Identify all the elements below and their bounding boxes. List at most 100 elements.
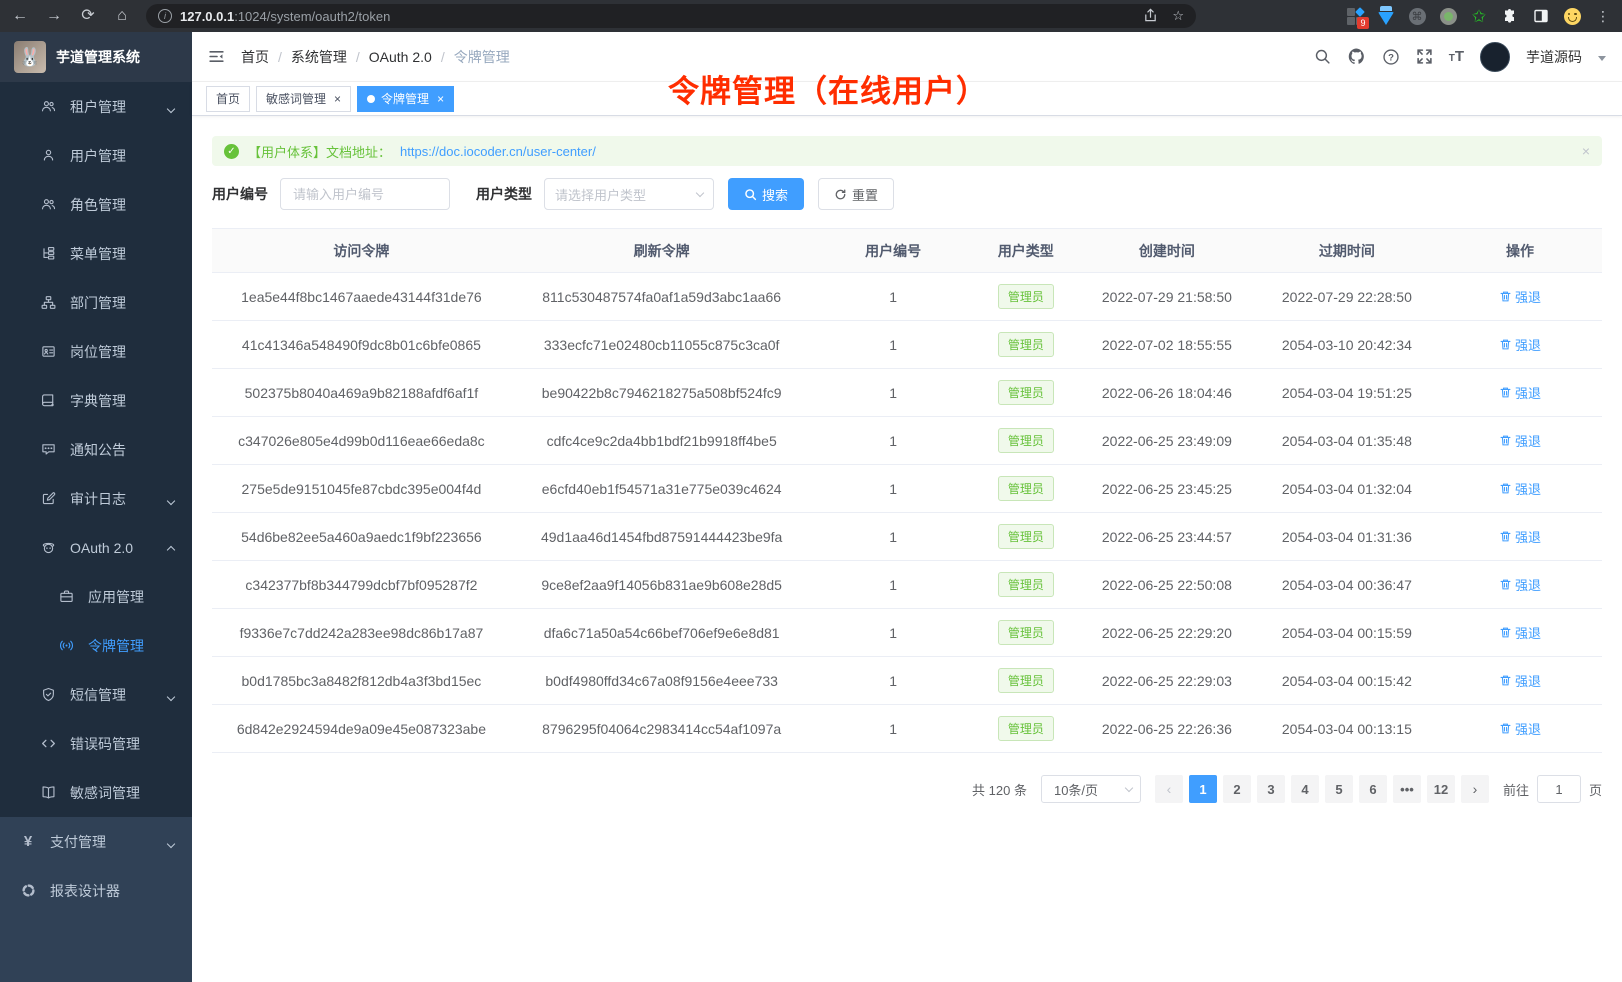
extension-blocks-icon[interactable]: 9 (1346, 7, 1364, 25)
sidebar-item-sms[interactable]: 短信管理 (0, 670, 192, 719)
user-id-cell: 1 (812, 705, 973, 753)
browser-home-icon[interactable]: ⌂ (112, 8, 132, 24)
breadcrumb-item[interactable]: 首页 (241, 47, 269, 67)
browser-reload-icon[interactable]: ⟳ (78, 8, 98, 24)
more-pages-button[interactable]: ••• (1393, 775, 1421, 803)
page-button-2[interactable]: 2 (1223, 775, 1251, 803)
chevron-down-icon (1125, 783, 1133, 791)
address-bar[interactable]: i 127.0.0.1:1024/system/oauth2/token ☆ (146, 4, 1196, 28)
record-extension-icon[interactable] (1439, 7, 1457, 25)
page-button-4[interactable]: 4 (1291, 775, 1319, 803)
sidebar-collapse-icon[interactable] (208, 48, 225, 65)
goto-page-input[interactable] (1537, 775, 1581, 803)
force-logout-button[interactable]: 强退 (1499, 383, 1541, 402)
sidebar-item-oauth-app[interactable]: 应用管理 (0, 572, 192, 621)
sidebar-item-errcode[interactable]: 错误码管理 (0, 719, 192, 768)
tab-首页[interactable]: 首页 (206, 86, 250, 112)
table-row: 54d6be82ee5a460a9aedc1f9bf22365649d1aa46… (212, 513, 1602, 561)
page-button-6[interactable]: 6 (1359, 775, 1387, 803)
sidebar-item-menu[interactable]: 菜单管理 (0, 229, 192, 278)
sidebar-item-user[interactable]: 用户管理 (0, 131, 192, 180)
tab-close-icon[interactable]: × (334, 92, 341, 106)
tab-令牌管理[interactable]: 令牌管理× (357, 86, 454, 112)
force-logout-button[interactable]: 强退 (1499, 479, 1541, 498)
sidebar-item-label: 部门管理 (70, 293, 126, 313)
trash-icon (1499, 338, 1512, 351)
sidebar-item-post[interactable]: 岗位管理 (0, 327, 192, 376)
sidebar-item-sensitive[interactable]: 敏感词管理 (0, 768, 192, 817)
force-logout-button[interactable]: 强退 (1499, 527, 1541, 546)
sidebar-item-dept[interactable]: 部门管理 (0, 278, 192, 327)
column-header: 创建时间 (1078, 229, 1256, 273)
force-logout-button[interactable]: 强退 (1499, 335, 1541, 354)
refresh-token-cell: 8796295f04064c2983414cc54af1097a (511, 705, 813, 753)
search-button[interactable]: 搜索 (728, 178, 804, 210)
gem-extension-icon[interactable] (1377, 7, 1395, 25)
page-button-5[interactable]: 5 (1325, 775, 1353, 803)
site-info-icon[interactable]: i (158, 9, 172, 23)
force-logout-button[interactable]: 强退 (1499, 623, 1541, 642)
doc-alert: ✓ 【用户体系】文档地址： https://doc.iocoder.cn/use… (212, 136, 1602, 166)
puzzle-extensions-icon[interactable] (1501, 7, 1519, 25)
bookmark-star-icon[interactable]: ☆ (1172, 8, 1184, 24)
sidebar-item-report[interactable]: 报表设计器 (0, 866, 192, 915)
dictionary-icon (40, 393, 56, 408)
browser-back-icon[interactable]: ← (10, 8, 30, 24)
sidebar-item-dict[interactable]: 字典管理 (0, 376, 192, 425)
next-page-button[interactable]: › (1461, 775, 1489, 803)
page-button-3[interactable]: 3 (1257, 775, 1285, 803)
alert-close-icon[interactable]: × (1582, 143, 1590, 159)
tab-close-icon[interactable]: × (437, 92, 444, 106)
github-icon[interactable] (1347, 47, 1366, 66)
tab-敏感词管理[interactable]: 敏感词管理× (256, 86, 351, 112)
force-logout-button[interactable]: 强退 (1499, 431, 1541, 450)
prev-page-button[interactable]: ‹ (1155, 775, 1183, 803)
sidebar-item-pay[interactable]: ¥支付管理 (0, 817, 192, 866)
doc-link[interactable]: https://doc.iocoder.cn/user-center/ (400, 144, 596, 159)
user-avatar[interactable] (1480, 42, 1510, 72)
breadcrumb-item[interactable]: 系统管理 (291, 47, 347, 67)
page-button-1[interactable]: 1 (1189, 775, 1217, 803)
sidebar-item-notice[interactable]: 通知公告 (0, 425, 192, 474)
chevron-down-icon (696, 188, 704, 196)
refresh-token-cell: e6cfd40eb1f54571a31e775e039c4624 (511, 465, 813, 513)
reset-button[interactable]: 重置 (818, 178, 894, 210)
user-menu-caret-icon[interactable] (1598, 56, 1606, 61)
header-search-icon[interactable] (1314, 48, 1331, 65)
emoji-avatar-icon[interactable] (1563, 7, 1581, 25)
sidebar-item-tenant[interactable]: 租户管理 (0, 82, 192, 131)
user-id-input[interactable] (280, 178, 450, 210)
app-logo[interactable]: 🐰 芋道管理系统 (0, 32, 192, 82)
force-logout-button[interactable]: 强退 (1499, 287, 1541, 306)
sidebar-item-audit[interactable]: 审计日志 (0, 474, 192, 523)
font-size-icon[interactable]: TT (1449, 48, 1464, 66)
user-type-cell: 管理员 (974, 609, 1078, 657)
user-type-badge: 管理员 (998, 380, 1054, 405)
sidebar-item-role[interactable]: 角色管理 (0, 180, 192, 229)
user-name[interactable]: 芋道源码 (1526, 47, 1582, 67)
sidebar-item-oauth2[interactable]: OAuth 2.0 (0, 523, 192, 572)
browser-forward-icon[interactable]: → (44, 8, 64, 24)
sitemap-icon (40, 295, 56, 310)
force-logout-button[interactable]: 强退 (1499, 671, 1541, 690)
people-icon (40, 197, 56, 212)
breadcrumb-item[interactable]: OAuth 2.0 (369, 49, 432, 65)
force-logout-button[interactable]: 强退 (1499, 575, 1541, 594)
action-cell: 强退 (1438, 273, 1602, 321)
user-type-select[interactable]: 请选择用户类型 (544, 178, 714, 210)
help-icon[interactable]: ? (1382, 48, 1400, 66)
yen-icon: ¥ (20, 833, 36, 850)
force-logout-button[interactable]: 强退 (1499, 719, 1541, 738)
side-panel-icon[interactable] (1532, 7, 1550, 25)
share-icon[interactable] (1143, 8, 1158, 24)
page-button-12[interactable]: 12 (1427, 775, 1455, 803)
sidebar-item-label: 菜单管理 (70, 244, 126, 264)
action-cell: 强退 (1438, 609, 1602, 657)
sidebar-item-token[interactable]: 令牌管理 (0, 621, 192, 670)
command-extension-icon[interactable]: ⌘ (1408, 7, 1426, 25)
page-size-select[interactable]: 10条/页 (1041, 775, 1141, 803)
browser-menu-icon[interactable]: ⋮ (1594, 7, 1612, 25)
user-type-badge: 管理员 (998, 428, 1054, 453)
fullscreen-icon[interactable] (1416, 48, 1433, 65)
green-star-extension-icon[interactable]: ✩ (1470, 7, 1488, 25)
